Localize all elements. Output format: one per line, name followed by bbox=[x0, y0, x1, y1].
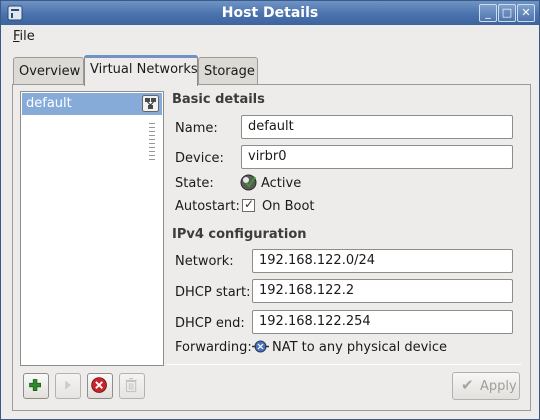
network-name: default bbox=[26, 96, 72, 111]
autostart-checkbox-label[interactable]: On Boot bbox=[262, 199, 315, 214]
checkmark-icon: ✔ bbox=[461, 376, 474, 394]
close-icon: ✕ bbox=[521, 6, 531, 19]
minimize-icon: _ bbox=[485, 6, 491, 19]
network-field[interactable]: 192.168.122.0/24 bbox=[252, 249, 513, 273]
title-bar[interactable]: Host Details _ □ ✕ bbox=[1, 1, 539, 25]
maximize-icon: □ bbox=[501, 6, 513, 19]
button-row-separator bbox=[167, 364, 521, 365]
forwarding-label: Forwarding: bbox=[175, 340, 252, 355]
tab-overview-label: Overview bbox=[19, 64, 81, 79]
state-label: State: bbox=[175, 176, 214, 191]
minimize-button[interactable]: _ bbox=[479, 4, 497, 22]
window-title: Host Details bbox=[221, 5, 319, 21]
device-field[interactable]: virbr0 bbox=[241, 145, 513, 169]
name-label: Name: bbox=[175, 121, 218, 136]
network-list[interactable]: default bbox=[20, 91, 164, 366]
menu-file-rest: ile bbox=[19, 29, 35, 44]
start-network-button[interactable] bbox=[55, 373, 81, 399]
tab-virtual-networks-label: Virtual Networks bbox=[90, 62, 198, 77]
name-field[interactable]: default bbox=[241, 115, 513, 139]
device-label: Device: bbox=[175, 151, 224, 166]
tab-storage-label: Storage bbox=[204, 64, 255, 79]
stop-network-button[interactable] bbox=[87, 373, 113, 399]
nat-routing-icon bbox=[252, 340, 269, 353]
ipv4-heading: IPv4 configuration bbox=[172, 227, 307, 242]
pane-resize-handle[interactable] bbox=[149, 123, 155, 161]
autostart-checkbox[interactable] bbox=[242, 197, 255, 212]
menu-file[interactable]: File bbox=[13, 29, 35, 44]
network-icon bbox=[142, 95, 159, 112]
stop-icon bbox=[91, 377, 107, 393]
add-network-button[interactable] bbox=[23, 373, 49, 399]
list-item[interactable]: default bbox=[22, 93, 162, 115]
running-state-icon bbox=[240, 174, 257, 191]
dhcp-start-field[interactable]: 192.168.122.2 bbox=[252, 279, 513, 303]
tab-virtual-networks[interactable]: Virtual Networks bbox=[84, 55, 198, 86]
dhcp-start-label: DHCP start: bbox=[175, 285, 251, 300]
close-button[interactable]: ✕ bbox=[517, 4, 535, 22]
apply-button[interactable]: ✔ Apply bbox=[452, 372, 520, 400]
dhcp-end-label: DHCP end: bbox=[175, 316, 245, 331]
play-icon bbox=[65, 380, 71, 390]
autostart-label: Autostart: bbox=[175, 199, 240, 214]
plus-icon bbox=[29, 379, 41, 391]
trash-icon bbox=[125, 378, 137, 393]
basic-details-heading: Basic details bbox=[172, 92, 265, 107]
tab-overview[interactable]: Overview bbox=[13, 57, 84, 85]
delete-network-button[interactable] bbox=[119, 373, 145, 399]
state-value: Active bbox=[261, 176, 302, 191]
apply-button-label: Apply bbox=[480, 379, 517, 394]
maximize-button[interactable]: □ bbox=[498, 4, 516, 22]
dhcp-end-field[interactable]: 192.168.122.254 bbox=[252, 310, 513, 334]
menu-bar: File bbox=[1, 25, 539, 49]
network-label: Network: bbox=[175, 254, 234, 269]
tab-storage[interactable]: Storage bbox=[198, 57, 258, 85]
forwarding-value: NAT to any physical device bbox=[272, 340, 448, 355]
host-details-window: Host Details _ □ ✕ File Overview Virtual… bbox=[0, 0, 540, 420]
